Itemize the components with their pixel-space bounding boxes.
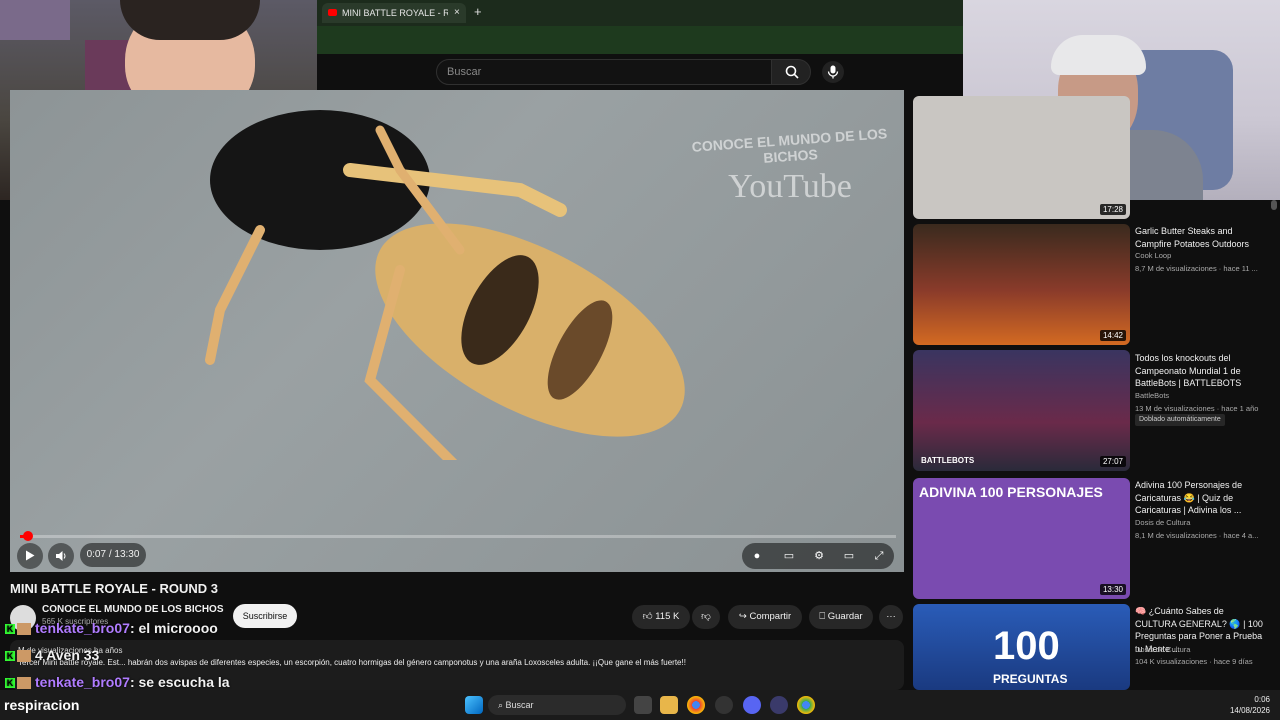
settings-gear-icon[interactable]: ⚙: [812, 549, 826, 563]
user-badge-icon: [17, 623, 31, 636]
volume-icon: [56, 551, 66, 561]
obs-icon[interactable]: [715, 696, 733, 714]
search-button[interactable]: [771, 59, 811, 85]
sidebar-scrollbar[interactable]: [1271, 200, 1277, 210]
share-label: Compartir: [749, 611, 792, 622]
video-duration: 17:28: [1099, 204, 1126, 215]
thumbnail-sublabel: PREGUNTAS: [993, 672, 1068, 686]
sidebar-channel-name[interactable]: Dosis de Cultura: [1135, 645, 1190, 654]
video-duration: 13:30: [1099, 584, 1126, 595]
chat-message: K 4 Aven 33: [5, 647, 99, 663]
thumbnail-label: ADIVINA 100 PERSONAJES: [919, 484, 1103, 500]
kick-badge-icon: K: [5, 678, 15, 689]
taskbar-search[interactable]: ⌕ Buscar: [488, 695, 626, 715]
like-button[interactable]: 👍︎ 115 K: [632, 605, 690, 629]
sidebar-channel-name[interactable]: Dosis de Cultura: [1135, 518, 1190, 527]
chrome-icon[interactable]: [687, 696, 705, 714]
subtitles-icon[interactable]: ▭: [782, 549, 796, 563]
share-button[interactable]: ↪ Compartir: [728, 605, 802, 629]
search-icon: ⌕: [498, 700, 506, 710]
bookmark-icon: ⎕: [819, 611, 828, 622]
sidebar-thumbnail[interactable]: BATTLEBOTS 27:07: [913, 350, 1130, 471]
progress-scrubber-handle[interactable]: [23, 531, 33, 541]
kick-badge-icon: K: [5, 624, 15, 635]
autoplay-toggle-icon[interactable]: ●: [750, 549, 764, 563]
chat-username: 4 Aven 33: [35, 647, 100, 663]
taskbar-clock[interactable]: 0:06 14/08/2026: [1222, 694, 1270, 716]
sidebar-thumbnail[interactable]: 17:28: [913, 96, 1130, 219]
sidebar-thumbnail[interactable]: ADIVINA 100 PERSONAJES 13:30: [913, 478, 1130, 599]
new-tab-button[interactable]: +: [474, 4, 482, 19]
sidebar-channel-name[interactable]: Cook Loop: [1135, 251, 1171, 260]
clock-date: 14/08/2026: [1229, 706, 1270, 715]
sidebar-channel-name[interactable]: BattleBots: [1135, 391, 1169, 400]
thumbs-up-icon: 👍︎: [642, 611, 656, 622]
wasp-video-frame: [205, 110, 685, 460]
subscribe-button[interactable]: Suscribirse: [233, 604, 297, 628]
search-input[interactable]: Buscar: [436, 59, 772, 85]
taskbar-search-label: Buscar: [505, 700, 534, 710]
thumbnail-label: BATTLEBOTS: [921, 456, 975, 465]
share-icon: ↪: [738, 611, 750, 622]
discord-icon[interactable]: [743, 696, 761, 714]
dubbed-badge: Doblado automáticamente: [1135, 414, 1225, 426]
progress-bar[interactable]: [20, 535, 896, 538]
close-tab-icon[interactable]: ×: [454, 3, 460, 23]
windows-start-icon[interactable]: [465, 696, 483, 714]
search-icon: [785, 65, 799, 79]
chat-message: Ktenkate_bro07: se escucha la: [5, 674, 230, 690]
video-duration: 27:07: [1099, 456, 1126, 467]
channel-watermark: CONOCE EL MUNDO DE LOS BICHOS YouTube: [690, 120, 890, 240]
sidebar-video-meta: 8,1 M de visualizaciones · hace 4 a...: [1135, 531, 1259, 540]
theater-mode-icon[interactable]: ▭: [842, 549, 856, 563]
save-label: Guardar: [827, 611, 863, 622]
volume-button[interactable]: [48, 543, 74, 569]
watermark-channel-text: CONOCE EL MUNDO DE LOS BICHOS: [691, 125, 888, 166]
chat-username: tenkate_bro07: [35, 674, 130, 690]
play-icon: [26, 550, 35, 561]
chat-text: : se escucha la: [129, 674, 230, 690]
address-bar-area: [317, 26, 963, 54]
sidebar-video-title[interactable]: Todos los knockouts del Campeonato Mundi…: [1135, 352, 1263, 390]
sidebar-video-meta: 13 M de visualizaciones · hace 1 año: [1135, 404, 1259, 413]
file-explorer-icon[interactable]: [660, 696, 678, 714]
browser-tab-title: MINI BATTLE ROYALE - ROUND: [342, 8, 448, 18]
sidebar-video-meta: 8,7 M de visualizaciones · hace 11 ...: [1135, 264, 1258, 273]
save-button[interactable]: ⎕ Guardar: [809, 605, 873, 629]
overlay-caption: respiracion: [4, 697, 80, 713]
chat-text: : el microooo: [129, 620, 218, 636]
watermark-youtube-text: YouTube: [728, 168, 852, 205]
user-badge-icon: [17, 677, 31, 690]
thumbs-down-icon: 👎︎: [701, 611, 711, 622]
sidebar-thumbnail[interactable]: 100 PREGUNTAS: [913, 604, 1130, 690]
like-count: 115 K: [655, 611, 680, 622]
chat-message: Ktenkate_bro07: el microooo: [5, 620, 218, 636]
fullscreen-icon[interactable]: ⤢: [872, 549, 886, 563]
channel-name[interactable]: CONOCE EL MUNDO DE LOS BICHOS: [42, 604, 224, 615]
kick-badge-icon: K: [5, 651, 15, 662]
player-right-controls: ● ▭ ⚙ ▭ ⤢: [742, 543, 894, 569]
play-button[interactable]: [17, 543, 43, 569]
more-actions-button[interactable]: ···: [879, 605, 903, 629]
user-badge-icon: [17, 650, 31, 663]
sidebar-video-meta: 104 K visualizaciones · hace 9 días: [1135, 657, 1253, 666]
voice-search-button[interactable]: [822, 61, 844, 83]
description-text: Tercer Mini battle royale. Est... habrán…: [18, 658, 686, 667]
chat-username: tenkate_bro07: [35, 620, 130, 636]
task-view-icon[interactable]: [634, 696, 652, 714]
video-title: MINI BATTLE ROYALE - ROUND 3: [10, 581, 219, 596]
chrome-profile-icon[interactable]: [797, 696, 815, 714]
clock-time: 0:06: [1254, 695, 1270, 704]
browser-tab[interactable]: MINI BATTLE ROYALE - ROUND ×: [322, 3, 466, 23]
sidebar-video-title[interactable]: Garlic Butter Steaks and Campfire Potato…: [1135, 225, 1263, 250]
youtube-favicon-icon: [328, 9, 337, 16]
app-icon[interactable]: [770, 696, 788, 714]
microphone-icon: [827, 65, 839, 79]
dislike-button[interactable]: 👎︎: [692, 605, 720, 629]
time-display: 0:07 / 13:30: [80, 543, 146, 567]
video-duration: 14:42: [1099, 330, 1126, 341]
thumbnail-label: 100: [993, 624, 1060, 668]
sidebar-video-title[interactable]: Adivina 100 Personajes de Caricaturas 😂 …: [1135, 479, 1263, 517]
sidebar-thumbnail[interactable]: 14:42: [913, 224, 1130, 345]
